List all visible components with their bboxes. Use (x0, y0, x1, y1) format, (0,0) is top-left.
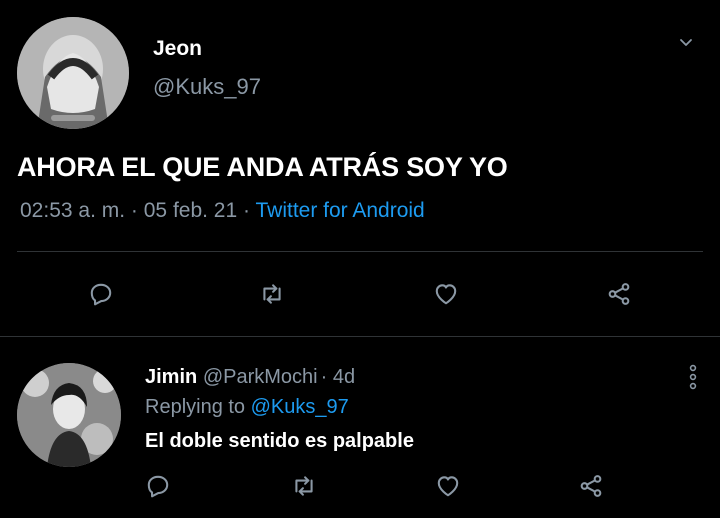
display-name[interactable]: Jimin (145, 366, 197, 388)
handle[interactable]: @Kuks_97 (153, 74, 261, 100)
divider (17, 251, 703, 252)
retweet-button[interactable] (287, 469, 321, 503)
tweet-date[interactable]: 05 feb. 21 (144, 199, 237, 222)
reply-icon (90, 283, 112, 306)
reply-text: El doble sentido es palpable (145, 430, 414, 452)
handle[interactable]: @ParkMochi (203, 366, 318, 388)
retweet-button[interactable] (255, 277, 289, 311)
share-icon (580, 475, 602, 497)
retweet-icon (295, 476, 313, 496)
retweet-icon (263, 284, 281, 304)
tweet-source[interactable]: Twitter for Android (255, 199, 424, 222)
tweet-meta: 02:53 a. m. · 05 feb. 21 · Twitter for A… (20, 199, 425, 223)
reply-icon (147, 475, 169, 498)
like-button[interactable] (431, 469, 465, 503)
heart-icon (435, 284, 457, 305)
avatar[interactable] (17, 363, 121, 467)
replying-to: Replying to @Kuks_97 (145, 396, 349, 419)
reply-header: Jimin @ParkMochi · 4d (145, 366, 355, 389)
divider (0, 336, 720, 337)
vertical-ellipsis-icon[interactable] (683, 362, 703, 392)
reply-button[interactable] (84, 277, 118, 311)
meta-separator: · (320, 366, 328, 388)
tweet-time[interactable]: 02:53 a. m. (20, 199, 125, 222)
reply-age[interactable]: 4d (333, 366, 355, 388)
share-button[interactable] (602, 277, 636, 311)
replying-to-label: Replying to (145, 396, 246, 418)
display-name[interactable]: Jeon (153, 37, 202, 61)
meta-separator: · (243, 199, 251, 222)
share-button[interactable] (574, 469, 608, 503)
heart-icon (437, 476, 459, 497)
replying-to-handle[interactable]: @Kuks_97 (251, 396, 349, 418)
like-button[interactable] (429, 277, 463, 311)
avatar[interactable] (17, 17, 129, 129)
tweet-text: AHORA EL QUE ANDA ATRÁS SOY YO (17, 152, 508, 182)
share-icon (608, 283, 630, 305)
meta-separator: · (130, 199, 138, 222)
chevron-down-icon[interactable] (676, 32, 696, 52)
reply-button[interactable] (141, 469, 175, 503)
